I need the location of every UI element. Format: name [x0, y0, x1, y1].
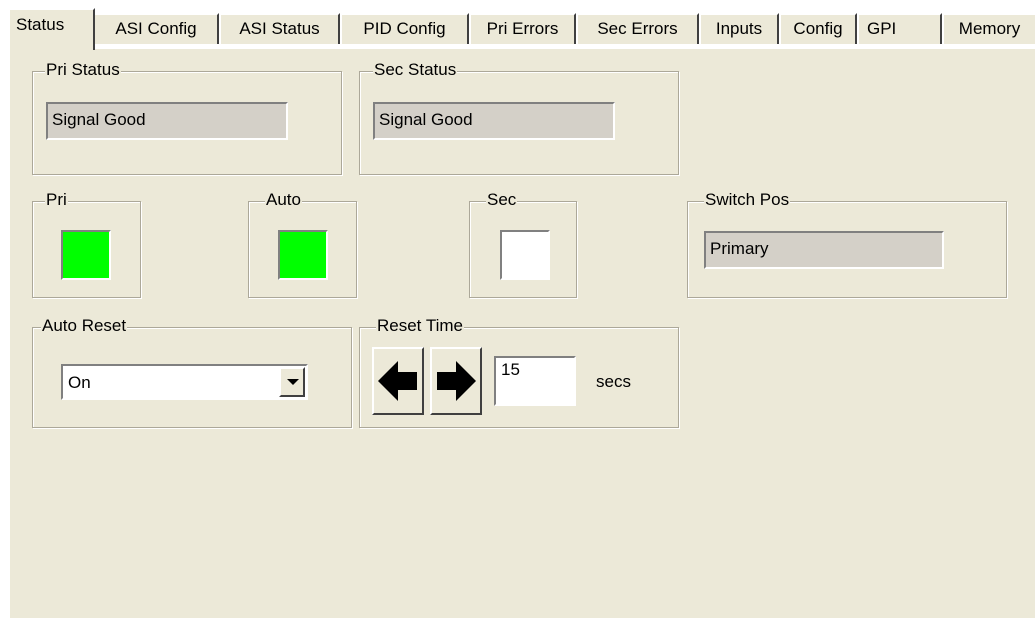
tab-memory[interactable]: Memory [942, 13, 1035, 44]
sec-indicator-label: Sec [486, 188, 518, 212]
tab-gpi[interactable]: GPI [857, 13, 942, 44]
pri-status-value: Signal Good [46, 102, 288, 140]
left-arrow-icon [378, 361, 417, 401]
auto-led [278, 230, 328, 280]
sec-status-label: Sec Status [373, 58, 458, 82]
sec-status-value: Signal Good [373, 102, 615, 140]
tab-config[interactable]: Config [779, 13, 857, 44]
switch-pos-value: Primary [704, 231, 944, 269]
auto-reset-label: Auto Reset [41, 314, 128, 338]
auto-reset-selected: On [68, 373, 91, 392]
tab-inputs[interactable]: Inputs [699, 13, 779, 44]
pri-led [61, 230, 111, 280]
sec-led [500, 230, 550, 280]
switch-pos-label: Switch Pos [704, 188, 791, 212]
pri-indicator-label: Pri [45, 188, 68, 212]
sec-status-group: Sec Status Signal Good [359, 58, 679, 175]
reset-time-group: Reset Time 15 secs [359, 314, 679, 428]
decrease-button[interactable] [372, 347, 424, 415]
auto-indicator-label: Auto [265, 188, 302, 212]
tab-asi-status[interactable]: ASI Status [219, 13, 340, 44]
reset-time-label: Reset Time [376, 314, 464, 338]
tab-asi-config[interactable]: ASI Config [93, 13, 219, 44]
tab-status[interactable]: Status [8, 8, 95, 50]
auto-indicator-group: Auto [248, 188, 357, 298]
reset-time-unit: secs [596, 372, 631, 391]
chevron-down-icon[interactable] [279, 367, 305, 397]
increase-button[interactable] [430, 347, 482, 415]
status-panel: Pri Status Signal Good Sec Status Signal… [8, 47, 1035, 618]
tab-sec-errors[interactable]: Sec Errors [576, 13, 699, 44]
pri-status-label: Pri Status [45, 58, 121, 82]
auto-reset-select[interactable]: On [61, 364, 308, 400]
pri-status-group: Pri Status Signal Good [32, 58, 342, 175]
tab-pri-errors[interactable]: Pri Errors [469, 13, 576, 44]
sec-indicator-group: Sec [469, 188, 577, 298]
auto-reset-group: Auto Reset On [32, 314, 352, 428]
tab-pid-config[interactable]: PID Config [340, 13, 469, 44]
pri-indicator-group: Pri [32, 188, 141, 298]
reset-time-input[interactable]: 15 [494, 356, 576, 406]
switch-pos-group: Switch Pos Primary [687, 188, 1007, 298]
tab-strip: ASI Config ASI Status PID Config Pri Err… [0, 0, 1035, 50]
right-arrow-icon [437, 361, 476, 401]
